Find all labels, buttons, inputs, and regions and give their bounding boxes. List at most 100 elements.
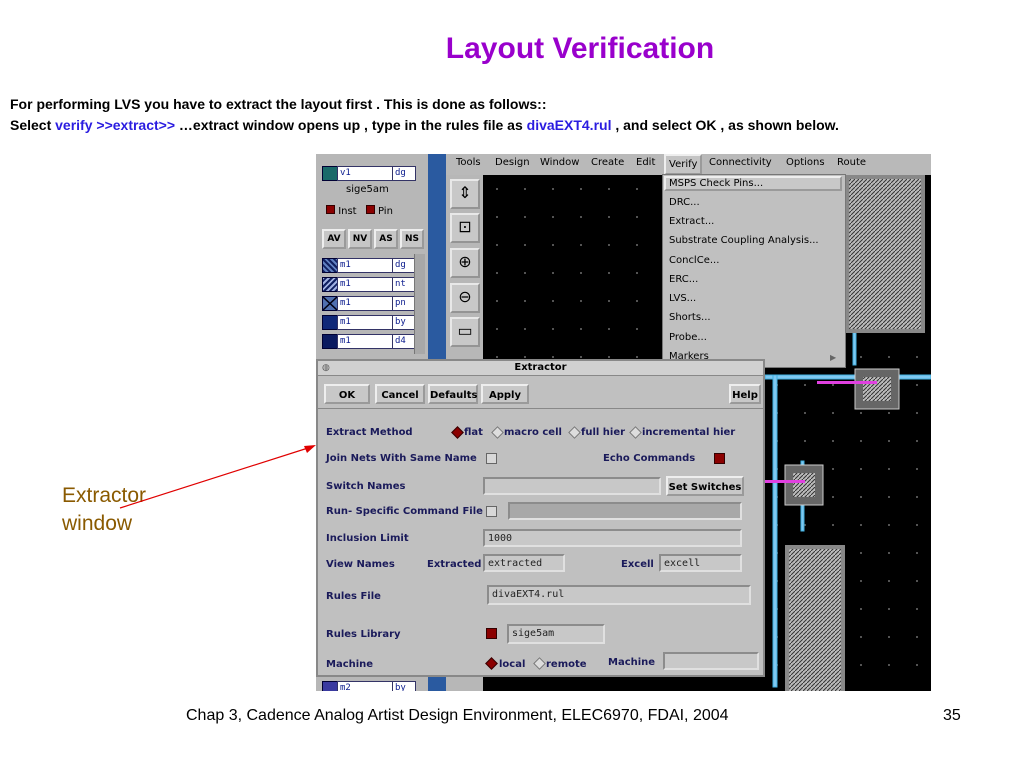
- incremental-hier-radio[interactable]: [629, 426, 642, 439]
- layer-row[interactable]: m1 dg: [322, 258, 416, 273]
- layer-swatch: [322, 277, 338, 292]
- lsw-inst-pin: Inst Pin: [326, 205, 393, 217]
- layer-purpose: dg: [392, 258, 416, 273]
- menu-item-erc[interactable]: ERC...: [669, 274, 698, 285]
- divider: [318, 408, 763, 409]
- menu-edit[interactable]: Edit: [636, 157, 655, 168]
- layer-purpose: d4: [392, 334, 416, 349]
- join-nets-label: Join Nets With Same Name: [326, 453, 477, 464]
- extractor-dialog: ◍ Extractor OK Cancel Defaults Apply Hel…: [316, 359, 765, 677]
- menu-create[interactable]: Create: [591, 157, 624, 168]
- flat-radio[interactable]: [451, 426, 464, 439]
- zoom-out-icon[interactable]: ⊖: [450, 283, 480, 313]
- set-switches-button[interactable]: Set Switches: [666, 476, 744, 496]
- layer-row[interactable]: m1 by: [322, 315, 416, 330]
- slide-footer: Chap 3, Cadence Analog Artist Design Env…: [186, 707, 729, 724]
- pin-checkbox[interactable]: [365, 205, 375, 214]
- layer-name: m1: [337, 334, 393, 349]
- layer-row[interactable]: m1 pn: [322, 296, 416, 311]
- menu-options[interactable]: Options: [786, 157, 825, 168]
- page-number: 35: [943, 707, 961, 724]
- run-specific-input[interactable]: [508, 502, 742, 520]
- menu-item-msps-check-pins[interactable]: MSPS Check Pins...: [669, 178, 763, 189]
- menu-verify[interactable]: Verify: [664, 154, 703, 175]
- layer-name: v1: [337, 166, 393, 181]
- extracted-view-input[interactable]: extracted: [483, 554, 565, 572]
- join-nets-checkbox[interactable]: [486, 453, 497, 464]
- apply-button[interactable]: Apply: [481, 384, 529, 404]
- layer-swatch: [322, 166, 338, 181]
- layer-name: m1: [337, 296, 393, 311]
- help-button[interactable]: Help: [729, 384, 761, 404]
- switch-names-input[interactable]: [483, 477, 661, 495]
- echo-commands-checkbox[interactable]: [714, 453, 725, 464]
- extract-method-label: Extract Method: [326, 427, 413, 438]
- excell-view-input[interactable]: excell: [659, 554, 742, 572]
- menu-item-drc[interactable]: DRC...: [669, 197, 700, 208]
- layer-row-bottom[interactable]: m2 by: [322, 681, 416, 691]
- ns-button[interactable]: NS: [400, 229, 424, 249]
- lsw-current-layer[interactable]: v1 dg: [322, 166, 416, 181]
- pin-label: Pin: [377, 206, 393, 217]
- layer-row[interactable]: m1 d4: [322, 334, 416, 349]
- rules-file-input[interactable]: divaEXT4.rul: [487, 585, 751, 605]
- layer-name: m1: [337, 258, 393, 273]
- menu-item-extract[interactable]: Extract...: [669, 216, 714, 227]
- dialog-titlebar[interactable]: ◍ Extractor: [318, 361, 763, 376]
- run-specific-checkbox[interactable]: [486, 506, 497, 517]
- menu-item-conclce[interactable]: ConclCe...: [669, 255, 719, 266]
- view-names-label: View Names: [326, 559, 395, 570]
- menu-tools[interactable]: Tools: [456, 157, 481, 168]
- layer-purpose: nt: [392, 277, 416, 292]
- local-label: local: [499, 659, 526, 670]
- nv-button[interactable]: NV: [348, 229, 372, 249]
- machine-name-input[interactable]: [663, 652, 759, 670]
- menu-item-lvs[interactable]: LVS...: [669, 293, 696, 304]
- layer-name: m1: [337, 315, 393, 330]
- menu-item-probe[interactable]: Probe...: [669, 332, 707, 343]
- macro-cell-label: macro cell: [504, 427, 562, 438]
- ok-button[interactable]: OK: [324, 384, 370, 404]
- menu-item-substrate-coupling[interactable]: Substrate Coupling Analysis...: [669, 235, 819, 246]
- menu-route[interactable]: Route: [837, 157, 866, 168]
- menubar: Tools Design Window Create Edit Verify C…: [446, 154, 931, 175]
- machine-label: Machine: [326, 659, 374, 670]
- defaults-button[interactable]: Defaults: [428, 384, 478, 404]
- layer-swatch: [322, 296, 338, 311]
- lsw-scrollbar[interactable]: [414, 254, 425, 354]
- rectangle-icon[interactable]: ▭: [450, 317, 480, 347]
- as-button[interactable]: AS: [374, 229, 398, 249]
- layer-name: m2: [337, 681, 393, 691]
- inclusion-limit-input[interactable]: 1000: [483, 529, 742, 547]
- layer-swatch: [322, 334, 338, 349]
- full-hier-radio[interactable]: [568, 426, 581, 439]
- menu-item-shorts[interactable]: Shorts...: [669, 312, 711, 323]
- save-icon[interactable]: ⇕: [450, 179, 480, 209]
- local-radio[interactable]: [485, 657, 498, 670]
- macro-cell-radio[interactable]: [491, 426, 504, 439]
- zoom-fit-icon[interactable]: ⊡: [450, 213, 480, 243]
- menu-design[interactable]: Design: [495, 157, 530, 168]
- remote-radio[interactable]: [533, 657, 546, 670]
- rules-library-input[interactable]: sige5am: [507, 624, 605, 644]
- submenu-arrow-icon: ▶: [830, 353, 837, 362]
- rules-library-checkbox[interactable]: [486, 628, 497, 639]
- inst-checkbox[interactable]: [326, 205, 335, 214]
- rules-library-label: Rules Library: [326, 629, 401, 640]
- layer-swatch: [322, 258, 338, 273]
- cadence-screenshot: v1 dg sige5am Inst Pin AV NV AS NS m1 dg…: [316, 154, 931, 691]
- run-specific-label: Run- Specific Command File: [326, 506, 483, 517]
- layer-row[interactable]: m1 nt: [322, 277, 416, 292]
- inst-label: Inst: [338, 206, 357, 217]
- menu-window[interactable]: Window: [540, 157, 579, 168]
- layer-swatch: [322, 681, 338, 691]
- verify-menu: MSPS Check Pins... DRC... Extract... Sub…: [662, 174, 846, 368]
- inclusion-limit-label: Inclusion Limit: [326, 533, 409, 544]
- av-button[interactable]: AV: [322, 229, 346, 249]
- zoom-in-icon[interactable]: ⊕: [450, 248, 480, 278]
- machine-name-label: Machine: [608, 657, 656, 668]
- layer-purpose: by: [392, 681, 416, 691]
- cancel-button[interactable]: Cancel: [375, 384, 425, 404]
- menu-connectivity[interactable]: Connectivity: [709, 157, 772, 168]
- layer-name: m1: [337, 277, 393, 292]
